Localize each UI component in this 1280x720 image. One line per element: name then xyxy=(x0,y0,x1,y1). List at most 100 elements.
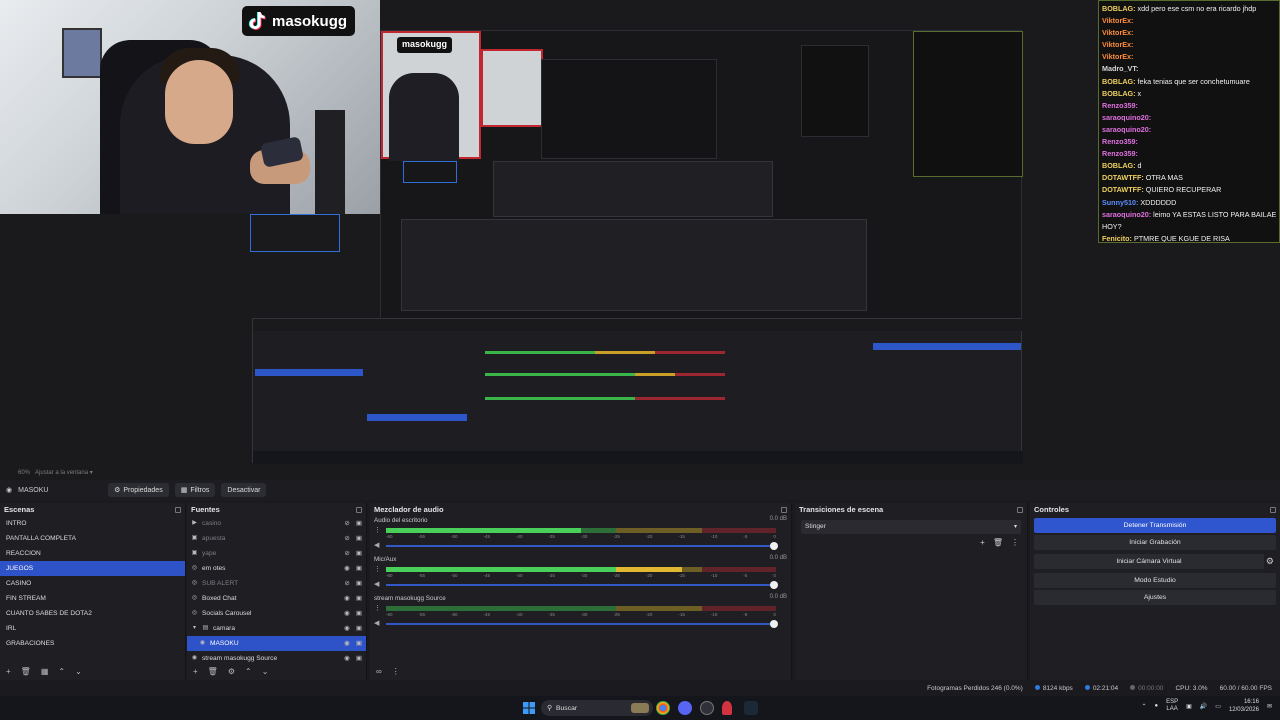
lock-icon[interactable]: ▣ xyxy=(356,546,362,561)
volume-icon[interactable]: ◀ xyxy=(374,619,379,627)
chevron-down-icon[interactable]: ▾ xyxy=(191,625,198,632)
scene-item[interactable]: INTRO xyxy=(0,516,185,531)
visibility-eye-icon[interactable]: ◉ xyxy=(344,651,350,666)
add-icon[interactable]: + xyxy=(6,667,11,676)
trash-icon[interactable]: 🗑 xyxy=(21,667,31,676)
volume-icon[interactable]: ◀ xyxy=(374,541,379,549)
volume-fader[interactable] xyxy=(386,620,778,628)
chevron-down-icon[interactable]: ▾ xyxy=(90,470,93,476)
lock-icon[interactable]: ▣ xyxy=(356,531,362,546)
volume-fader[interactable] xyxy=(386,581,778,589)
scene-item[interactable]: JUEGOS xyxy=(0,561,185,576)
link-icon[interactable]: ∞ xyxy=(376,667,382,676)
scene-item[interactable]: REACCION xyxy=(0,546,185,561)
source-item[interactable]: ▾ ▤ camara ◉ ▣ xyxy=(187,621,366,636)
source-item[interactable]: ◉ MASOKU ◉ ▣ xyxy=(187,636,366,651)
zoom-level[interactable]: 60% xyxy=(18,470,30,476)
clock[interactable]: 16:16 12/03/2026 xyxy=(1229,698,1259,714)
kebab-menu-icon[interactable]: ⋮ xyxy=(1011,538,1019,547)
trash-icon[interactable]: 🗑 xyxy=(208,667,218,676)
kebab-menu-icon[interactable]: ⋮ xyxy=(392,667,400,676)
chevron-down-icon[interactable]: ⌄ xyxy=(75,667,82,676)
properties-button[interactable]: ⚙ Propiedades xyxy=(108,483,169,497)
visibility-eye-icon[interactable]: ⊘ xyxy=(344,576,349,591)
tray-app-icon[interactable]: ● xyxy=(1154,703,1158,709)
fader-knob[interactable] xyxy=(770,542,778,550)
battery-icon[interactable]: ▭ xyxy=(1215,703,1221,710)
obs-preview-canvas[interactable]: masokugg masokugg BOBLAG: xdd pero ese c… xyxy=(0,0,1280,466)
chrome-icon[interactable] xyxy=(656,701,670,715)
volume-icon[interactable]: ◀ xyxy=(374,580,379,588)
visibility-eye-icon[interactable]: ◉ xyxy=(344,561,350,576)
undock-icon[interactable] xyxy=(1270,506,1276,513)
lock-icon[interactable]: ▣ xyxy=(356,621,362,636)
source-item[interactable]: ▣ apuesta ⊘ ▣ xyxy=(187,531,366,546)
scene-item[interactable]: CUANTO SABES DE DOTA2 xyxy=(0,606,185,621)
chevron-up-icon[interactable]: ⌃ xyxy=(245,667,252,676)
source-item[interactable]: ▣ yape ⊘ ▣ xyxy=(187,546,366,561)
steam-icon[interactable] xyxy=(744,701,758,715)
source-item[interactable]: ◎ Boxed Chat ◉ ▣ xyxy=(187,591,366,606)
gear-icon[interactable]: ⚙ xyxy=(1266,556,1274,567)
windows-start-icon[interactable] xyxy=(522,701,536,715)
add-icon[interactable]: + xyxy=(980,538,985,547)
settings-button[interactable]: Ajustes xyxy=(1034,590,1276,605)
trash-icon[interactable]: 🗑 xyxy=(993,538,1003,547)
taskbar-search[interactable]: ⚲ Buscar xyxy=(541,700,653,716)
obs-icon[interactable] xyxy=(700,701,714,715)
stop-stream-button[interactable]: Detener Transmisión xyxy=(1034,518,1276,533)
language-indicator[interactable]: ESP LAA xyxy=(1166,699,1178,713)
scene-item[interactable]: IRL xyxy=(0,621,185,636)
virtual-camera-button[interactable]: Iniciar Cámara Virtual xyxy=(1034,554,1264,569)
scene-item[interactable]: GRABACIONES xyxy=(0,636,185,651)
filter-icon[interactable]: ▦ xyxy=(41,667,49,676)
lock-icon[interactable]: ▣ xyxy=(356,651,362,666)
filters-button[interactable]: ▦ Filtros xyxy=(174,483,216,497)
kebab-menu-icon[interactable]: ⋮ xyxy=(374,604,381,612)
lock-icon[interactable]: ▣ xyxy=(356,606,362,621)
start-recording-button[interactable]: Iniciar Grabación xyxy=(1034,535,1276,550)
visibility-eye-icon[interactable]: ⊘ xyxy=(344,546,349,561)
undock-icon[interactable] xyxy=(781,506,787,513)
volume-fader[interactable] xyxy=(386,542,778,550)
fader-knob[interactable] xyxy=(770,581,778,589)
visibility-eye-icon[interactable]: ⊘ xyxy=(344,516,349,531)
deactivate-button[interactable]: Desactivar xyxy=(221,483,267,497)
visibility-eye-icon[interactable]: ◉ xyxy=(344,621,350,636)
scene-item[interactable]: CASINO xyxy=(0,576,185,591)
source-item[interactable]: ◎ SUB ALERT ⊘ ▣ xyxy=(187,576,366,591)
zoom-fit-label[interactable]: Ajustar a la ventana xyxy=(35,470,88,476)
lock-icon[interactable]: ▣ xyxy=(356,636,362,651)
visibility-eye-icon[interactable]: ◉ xyxy=(344,606,350,621)
undock-icon[interactable] xyxy=(356,506,362,513)
add-icon[interactable]: + xyxy=(193,667,198,676)
studio-mode-button[interactable]: Modo Estudio xyxy=(1034,573,1276,588)
kebab-menu-icon[interactable]: ⋮ xyxy=(374,565,381,573)
notification-icon[interactable]: ✉ xyxy=(1267,703,1272,710)
volume-icon[interactable]: 🔊 xyxy=(1200,703,1207,710)
lock-icon[interactable]: ▣ xyxy=(356,591,362,606)
discord-icon[interactable] xyxy=(678,701,692,715)
visibility-eye-icon[interactable]: ◉ xyxy=(344,636,350,651)
source-item[interactable]: ▶ casino ⊘ ▣ xyxy=(187,516,366,531)
chevron-down-icon[interactable]: ⌄ xyxy=(262,667,269,676)
scene-item[interactable]: PANTALLA COMPLETA xyxy=(0,531,185,546)
chevron-up-icon[interactable]: ⌃ xyxy=(58,667,65,676)
transition-select[interactable]: Stinger ▾ xyxy=(801,520,1021,534)
lock-icon[interactable]: ▣ xyxy=(356,516,362,531)
chevron-up-icon[interactable]: ⌃ xyxy=(1141,703,1146,710)
scene-item[interactable]: FIN STREAM xyxy=(0,591,185,606)
gear-icon[interactable]: ⚙ xyxy=(228,667,235,676)
visibility-eye-icon[interactable]: ⊘ xyxy=(344,531,349,546)
network-icon[interactable]: ▣ xyxy=(1186,703,1192,710)
lock-icon[interactable]: ▣ xyxy=(356,576,362,591)
fader-knob[interactable] xyxy=(770,620,778,628)
undock-icon[interactable] xyxy=(175,506,181,513)
source-item[interactable]: ◎ em otes ◉ ▣ xyxy=(187,561,366,576)
kebab-menu-icon[interactable]: ⋮ xyxy=(374,526,381,534)
visibility-eye-icon[interactable]: ◉ xyxy=(344,591,350,606)
source-item[interactable]: ◎ Socials Carousel ◉ ▣ xyxy=(187,606,366,621)
pin-app-icon[interactable] xyxy=(722,701,732,715)
lock-icon[interactable]: ▣ xyxy=(356,561,362,576)
undock-icon[interactable] xyxy=(1017,506,1023,513)
